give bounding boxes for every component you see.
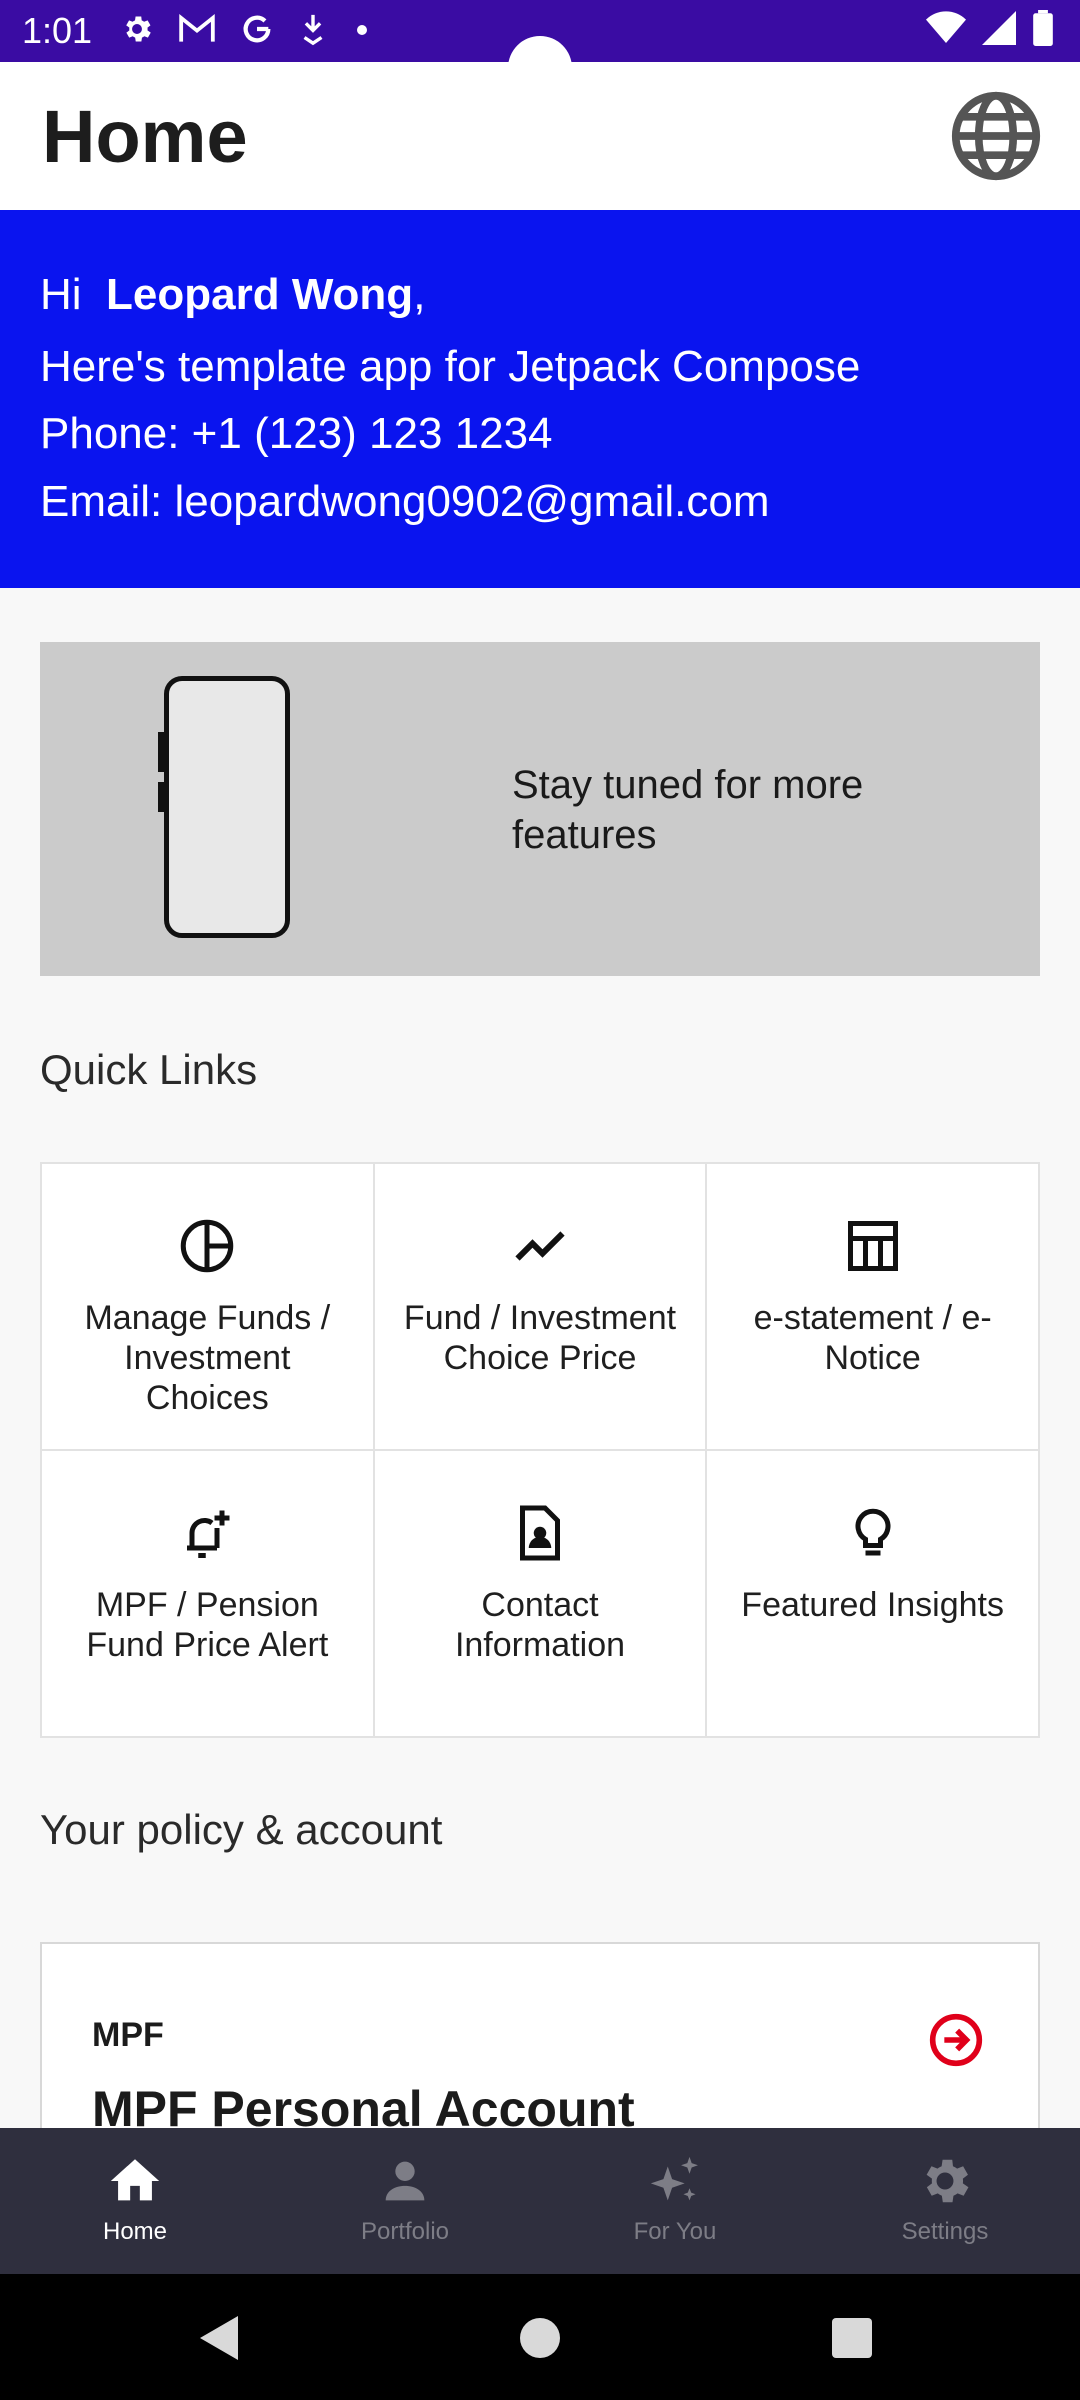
battery-icon — [1033, 10, 1053, 46]
greeting-line: Hi Leopard Wong, — [40, 270, 425, 320]
quick-link-manage-funds[interactable]: Manage Funds / Investment Choices — [42, 1164, 375, 1451]
quick-link-label: MPF / Pension Fund Price Alert — [86, 1586, 329, 1664]
policy-card[interactable]: MPF MPF Personal Account — [40, 1942, 1040, 2142]
status-time: 1:01 — [22, 10, 93, 51]
user-email: Email: leopardwong0902@gmail.com — [40, 477, 770, 526]
system-navigation-bar — [0, 2274, 1080, 2400]
sparkle-icon — [650, 2156, 698, 2201]
nav-for-you-label: For You — [633, 2218, 717, 2245]
nav-portfolio[interactable]: Portfolio — [270, 2128, 540, 2274]
quick-link-label: Manage Funds / Investment Choices — [84, 1299, 331, 1417]
nav-settings-label: Settings — [901, 2218, 989, 2245]
nav-home-label: Home — [102, 2218, 168, 2245]
quick-links-grid: Manage Funds / Investment Choices Fund /… — [40, 1162, 1040, 1738]
gmail-icon — [179, 13, 215, 42]
greeting-hi: Hi — [40, 270, 82, 319]
google-icon — [243, 15, 271, 43]
gear-icon — [126, 16, 151, 42]
page-title: Home — [42, 95, 248, 178]
trending-up-icon — [515, 1231, 565, 1261]
nav-for-you[interactable]: For You — [540, 2128, 810, 2274]
quick-link-fund-price[interactable]: Fund / Investment Choice Price — [374, 1164, 708, 1451]
contact-file-icon — [519, 1505, 560, 1561]
promo-banner: Stay tuned for more features — [40, 642, 1040, 976]
quick-link-label: Fund / Investment Choice Price — [403, 1299, 677, 1377]
table-icon — [847, 1221, 898, 1271]
greeting-comma: , — [413, 270, 426, 319]
bottom-navigation: Home Portfolio For You Settings — [0, 2128, 1080, 2274]
policy-section-title: Your policy & account — [40, 1806, 443, 1853]
home-icon — [110, 2159, 160, 2201]
dot-icon — [357, 25, 367, 35]
greeting-panel: Hi Leopard Wong, Here's template app for… — [0, 210, 1080, 588]
nav-home[interactable]: Home — [0, 2128, 270, 2274]
policy-tag: MPF — [92, 2016, 164, 2054]
lightbulb-icon — [855, 1508, 891, 1556]
globe-icon[interactable] — [950, 90, 1042, 182]
bell-plus-icon — [187, 1510, 230, 1558]
quick-link-contact-info[interactable]: Contact Information — [374, 1451, 708, 1738]
quick-link-price-alert[interactable]: MPF / Pension Fund Price Alert — [42, 1451, 375, 1738]
quick-link-label: e-statement / e-Notice — [753, 1299, 992, 1377]
pie-chart-icon — [181, 1219, 234, 1273]
download-icon — [303, 14, 323, 46]
back-icon[interactable] — [200, 2316, 238, 2360]
greeting-subtitle: Here's template app for Jetpack Compose — [40, 342, 861, 391]
wifi-icon — [926, 11, 966, 43]
quick-link-label: Contact Information — [454, 1586, 626, 1664]
home-circle-icon[interactable] — [520, 2318, 560, 2358]
user-name: Leopard Wong — [106, 270, 414, 319]
settings-icon — [926, 2159, 969, 2203]
quick-links-title: Quick Links — [40, 1046, 258, 1093]
app-bar: Home — [0, 62, 1080, 210]
nav-portfolio-label: Portfolio — [360, 2218, 450, 2245]
smartphone-icon — [164, 676, 290, 938]
quick-link-label: Featured Insights — [741, 1586, 1004, 1624]
signal-icon — [982, 11, 1016, 45]
user-phone: Phone: +1 (123) 123 1234 — [40, 409, 553, 458]
recent-apps-icon[interactable] — [832, 2318, 872, 2358]
person-icon — [385, 2161, 425, 2201]
nav-settings[interactable]: Settings — [810, 2128, 1080, 2274]
quick-link-estatement[interactable]: e-statement / e-Notice — [707, 1164, 1040, 1451]
banner-text: Stay tuned for more features — [512, 763, 864, 857]
arrow-circle-right-icon[interactable] — [928, 2012, 984, 2068]
quick-link-insights[interactable]: Featured Insights — [707, 1451, 1040, 1738]
